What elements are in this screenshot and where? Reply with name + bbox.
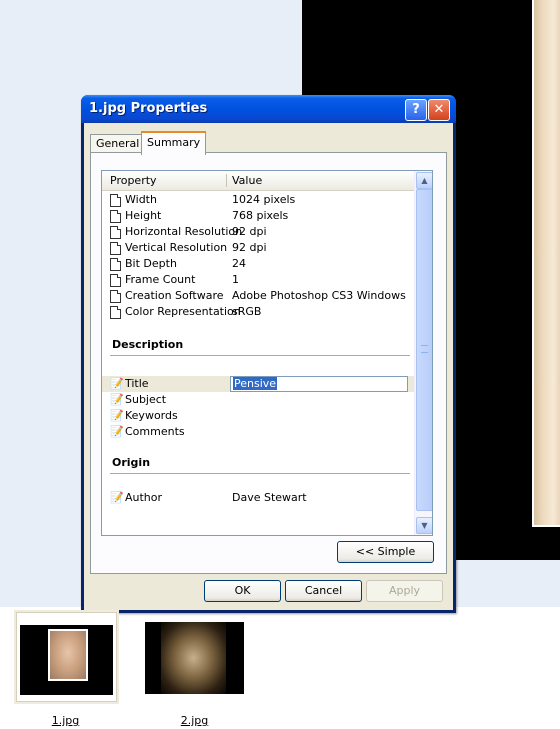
portrait-image bbox=[48, 629, 88, 681]
tab-general[interactable]: General bbox=[90, 134, 146, 152]
property-name: Horizontal Resolution bbox=[125, 225, 243, 238]
close-button[interactable]: ✕ bbox=[428, 99, 450, 121]
properties-list[interactable]: Property Value Width 1024 pixels Height … bbox=[101, 170, 433, 536]
property-name: Subject bbox=[125, 393, 167, 406]
column-divider[interactable] bbox=[226, 174, 227, 187]
property-name: Frame Count bbox=[125, 273, 196, 286]
edit-pencil-icon: 📝 bbox=[110, 425, 124, 438]
property-name: Creation Software bbox=[125, 289, 224, 302]
help-button[interactable]: ? bbox=[405, 99, 427, 121]
simple-view-button[interactable]: << Simple bbox=[337, 541, 434, 563]
list-item[interactable]: 📝 Author Dave Stewart bbox=[102, 490, 414, 506]
property-name: Keywords bbox=[125, 409, 178, 422]
document-icon bbox=[110, 258, 121, 271]
document-icon bbox=[110, 226, 121, 239]
thumbnail-image bbox=[20, 625, 113, 695]
document-icon bbox=[110, 210, 121, 223]
dialog-title: 1.jpg Properties bbox=[89, 101, 208, 116]
list-header: Property Value bbox=[102, 171, 414, 191]
section-divider bbox=[110, 355, 410, 356]
thumbnail-image bbox=[145, 622, 244, 694]
vertical-scrollbar[interactable]: ▲ ▼ bbox=[414, 171, 432, 535]
property-value: 92 dpi bbox=[232, 241, 267, 254]
thumbnail-2[interactable] bbox=[145, 612, 244, 700]
document-icon bbox=[110, 242, 121, 255]
thumbnail-label[interactable]: 1.jpg bbox=[16, 714, 115, 727]
property-name: Height bbox=[125, 209, 162, 222]
thumbnail-label[interactable]: 2.jpg bbox=[145, 714, 244, 727]
apply-button[interactable]: Apply bbox=[366, 580, 443, 602]
tab-summary[interactable]: Summary bbox=[141, 131, 207, 155]
edit-pencil-icon: 📝 bbox=[110, 393, 124, 406]
property-name: Width bbox=[125, 193, 157, 206]
document-icon bbox=[110, 290, 121, 303]
property-value: Adobe Photoshop CS3 Windows bbox=[232, 289, 406, 302]
portrait-image bbox=[161, 622, 226, 694]
thumbnail-1[interactable] bbox=[14, 610, 119, 704]
list-item[interactable]: 📝 Keywords bbox=[102, 408, 414, 424]
section-divider bbox=[110, 473, 410, 474]
property-name: Bit Depth bbox=[125, 257, 177, 270]
section-heading-description: Description bbox=[112, 338, 184, 351]
close-icon: ✕ bbox=[433, 102, 445, 117]
property-value: 1024 pixels bbox=[232, 193, 296, 206]
property-value: 768 pixels bbox=[232, 209, 289, 222]
edit-pencil-icon: 📝 bbox=[110, 377, 124, 390]
column-header-property[interactable]: Property bbox=[110, 174, 157, 187]
scroll-down-button[interactable]: ▼ bbox=[416, 517, 432, 534]
property-value: 24 bbox=[232, 257, 246, 270]
edit-pencil-icon: 📝 bbox=[110, 409, 124, 422]
list-item[interactable]: Creation Software Adobe Photoshop CS3 Wi… bbox=[102, 288, 414, 304]
list-item[interactable]: 📝 Comments bbox=[102, 424, 414, 440]
list-item[interactable]: Bit Depth 24 bbox=[102, 256, 414, 272]
document-icon bbox=[110, 194, 121, 207]
document-icon bbox=[110, 306, 121, 319]
title-bar[interactable]: 1.jpg Properties ? ✕ bbox=[81, 95, 456, 123]
ok-button[interactable]: OK bbox=[204, 580, 281, 602]
list-item[interactable]: Vertical Resolution 92 dpi bbox=[102, 240, 414, 256]
property-name: Color Representation bbox=[125, 305, 241, 318]
list-item[interactable]: 📝 Subject bbox=[102, 392, 414, 408]
list-item[interactable]: Frame Count 1 bbox=[102, 272, 414, 288]
dialog-body: General Summary Property Value Width 102… bbox=[84, 123, 453, 610]
grip-icon bbox=[421, 345, 428, 353]
document-icon bbox=[110, 274, 121, 287]
list-item[interactable]: Horizontal Resolution 92 dpi bbox=[102, 224, 414, 240]
list-item[interactable]: Color Representation sRGB bbox=[102, 304, 414, 320]
list-item[interactable]: Width 1024 pixels bbox=[102, 192, 414, 208]
property-value: 1 bbox=[232, 273, 239, 286]
section-heading-origin: Origin bbox=[112, 456, 151, 469]
scroll-up-button[interactable]: ▲ bbox=[416, 172, 432, 189]
property-value: sRGB bbox=[232, 305, 262, 318]
properties-dialog: 1.jpg Properties ? ✕ General Summary Pro… bbox=[81, 95, 456, 613]
list-item[interactable]: Height 768 pixels bbox=[102, 208, 414, 224]
column-header-value[interactable]: Value bbox=[232, 174, 262, 187]
scroll-thumb[interactable] bbox=[416, 189, 432, 511]
chevron-down-icon: ▼ bbox=[421, 521, 428, 530]
edit-pencil-icon: 📝 bbox=[110, 491, 124, 504]
cancel-button[interactable]: Cancel bbox=[285, 580, 362, 602]
question-icon: ? bbox=[412, 102, 420, 117]
property-name: Comments bbox=[125, 425, 185, 438]
property-value: Dave Stewart bbox=[232, 491, 307, 504]
preview-photo bbox=[532, 0, 560, 527]
property-name: Author bbox=[125, 491, 163, 504]
title-input[interactable]: Pensive bbox=[230, 376, 408, 392]
property-value: 92 dpi bbox=[232, 225, 267, 238]
property-name: Vertical Resolution bbox=[125, 241, 228, 254]
property-name: Title bbox=[125, 377, 149, 390]
chevron-up-icon: ▲ bbox=[421, 176, 428, 185]
title-input-value: Pensive bbox=[233, 377, 278, 390]
